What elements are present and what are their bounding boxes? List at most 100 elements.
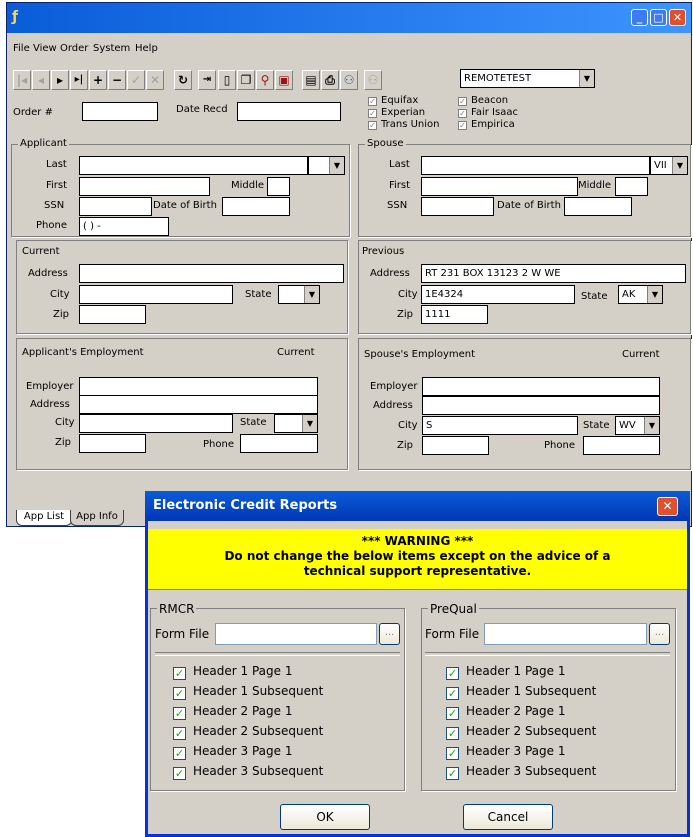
prequal-header3-page1-checkbox[interactable]: ✓ <box>446 747 459 760</box>
menu-system[interactable]: System <box>93 43 130 54</box>
prequal-header2-page1-label: Header 2 Page 1 <box>466 704 566 718</box>
spouse-ssn-field[interactable] <box>421 197 494 216</box>
applicant-employer-field[interactable] <box>79 377 318 396</box>
close-icon: ✕ <box>662 499 673 513</box>
delete-record-icon[interactable]: − <box>108 70 126 90</box>
applicant-suffix-select[interactable]: ▼ <box>308 156 345 175</box>
minimize-button[interactable]: _ <box>631 9 648 26</box>
trans-union-checkbox[interactable]: ✓ <box>368 121 377 130</box>
add-record-icon[interactable]: + <box>89 70 107 90</box>
rmcr-header1-page1-checkbox[interactable]: ✓ <box>173 667 186 680</box>
ok-button[interactable]: OK <box>280 804 370 830</box>
current-address-field[interactable] <box>79 264 344 283</box>
spouse-emp-city-label: City <box>398 420 418 431</box>
spouse-last-field[interactable] <box>421 156 650 175</box>
spouse-middle-field[interactable] <box>615 177 648 196</box>
users-icon[interactable]: ⚇ <box>340 70 358 90</box>
current-city-field[interactable] <box>79 285 233 304</box>
previous-city-field[interactable]: 1E4324 <box>421 285 575 304</box>
spouse-employer-field[interactable] <box>422 377 660 396</box>
spouse-emp-phone-field[interactable] <box>583 436 660 455</box>
chevron-down-icon: ▼ <box>329 157 344 174</box>
current-state-select[interactable]: ▼ <box>278 285 320 304</box>
previous-title: Previous <box>362 246 405 257</box>
print-icon[interactable]: ⎙ <box>321 70 339 90</box>
last-record-icon[interactable]: ▸| <box>70 70 88 90</box>
rmcr-header3-subsequent-checkbox[interactable]: ✓ <box>173 767 186 780</box>
tab-app-info[interactable]: App Info <box>70 510 124 526</box>
previous-record-icon[interactable]: ◂ <box>32 70 50 90</box>
cancel-button[interactable]: Cancel <box>463 804 553 830</box>
spouse-first-field[interactable] <box>421 177 578 196</box>
cancel-edit-icon[interactable]: ✕ <box>146 70 164 90</box>
spouse-emp-zip-field[interactable] <box>422 436 489 455</box>
spouse-emp-city-field[interactable]: S <box>422 416 578 435</box>
rmcr-header1-subsequent-checkbox[interactable]: ✓ <box>173 687 186 700</box>
applicant-emp-address-field[interactable] <box>79 395 318 414</box>
applicant-emp-phone-field[interactable] <box>240 434 318 453</box>
fair-isaac-checkbox[interactable]: ✓ <box>458 109 467 118</box>
prequal-form-file-field[interactable] <box>484 623 647 645</box>
remote-select[interactable]: REMOTETEST ▼ <box>460 69 595 88</box>
prequal-header2-subsequent-checkbox[interactable]: ✓ <box>446 727 459 740</box>
rmcr-header2-subsequent-checkbox[interactable]: ✓ <box>173 727 186 740</box>
first-record-icon[interactable]: |◂ <box>13 70 31 90</box>
experian-checkbox[interactable]: ✓ <box>368 109 377 118</box>
applicant-last-field[interactable] <box>79 156 308 175</box>
applicant-first-field[interactable] <box>79 177 210 196</box>
prequal-header1-subsequent-checkbox[interactable]: ✓ <box>446 687 459 700</box>
spouse-dob-field[interactable] <box>564 197 632 216</box>
previous-address-field[interactable]: RT 231 BOX 13123 2 W WE <box>421 264 686 283</box>
copy-document-icon[interactable]: ❐ <box>237 70 255 90</box>
menu-help[interactable]: Help <box>135 43 158 54</box>
rmcr-header3-page1-checkbox[interactable]: ✓ <box>173 747 186 760</box>
applicant-dob-field[interactable] <box>222 197 290 216</box>
menu-view[interactable]: View <box>33 43 57 54</box>
prequal-header1-page1-checkbox[interactable]: ✓ <box>446 667 459 680</box>
warning-line-2: technical support representative. <box>303 564 532 578</box>
previous-state-select[interactable]: AK ▼ <box>618 285 663 304</box>
rmcr-browse-button[interactable]: ... <box>379 623 400 645</box>
current-zip-field[interactable] <box>79 305 146 324</box>
applicant-middle-field[interactable] <box>267 177 290 196</box>
applicant-emp-state-select[interactable]: ▼ <box>274 414 318 433</box>
prequal-header2-page1-checkbox[interactable]: ✓ <box>446 707 459 720</box>
beacon-checkbox[interactable]: ✓ <box>458 97 467 106</box>
new-document-icon[interactable]: ▯ <box>218 70 236 90</box>
warning-title: *** WARNING *** <box>361 534 474 548</box>
spouse-ssn-label: SSN <box>387 200 408 211</box>
preview-icon[interactable]: ▤ <box>302 70 320 90</box>
dialog-close-button[interactable]: ✕ <box>657 497 678 516</box>
users-disabled-icon[interactable]: ⚇ <box>364 70 382 90</box>
applicant-emp-city-field[interactable] <box>79 414 233 433</box>
maximize-button[interactable]: □ <box>650 9 667 26</box>
import-icon[interactable]: ⇥ <box>198 70 216 90</box>
applicant-ssn-field[interactable] <box>79 197 152 216</box>
order-number-field[interactable] <box>82 102 158 121</box>
equifax-checkbox[interactable]: ✓ <box>368 97 377 106</box>
applicant-emp-zip-field[interactable] <box>79 434 146 453</box>
spouse-emp-address-field[interactable] <box>422 396 660 415</box>
applicant-phone-field[interactable]: ( ) - <box>79 217 169 236</box>
spouse-suffix-select[interactable]: VII ▼ <box>650 156 688 175</box>
close-button[interactable]: ✕ <box>669 9 686 26</box>
previous-zip-field[interactable]: 1111 <box>421 305 488 324</box>
prequal-browse-button[interactable]: ... <box>649 623 670 645</box>
menu-order[interactable]: Order <box>60 43 88 54</box>
empirica-checkbox[interactable]: ✓ <box>458 121 467 130</box>
refresh-icon[interactable]: ↻ <box>174 70 192 90</box>
tab-app-list[interactable]: App List <box>16 510 72 526</box>
prequal-header3-subsequent-checkbox[interactable]: ✓ <box>446 767 459 780</box>
search-report-icon[interactable]: ⚲ <box>256 70 274 90</box>
remote-select-value: REMOTETEST <box>464 73 532 84</box>
rmcr-header2-page1-checkbox[interactable]: ✓ <box>173 707 186 720</box>
spouse-emp-state-select[interactable]: WV ▼ <box>615 416 660 435</box>
menu-file[interactable]: File <box>13 43 30 54</box>
rmcr-form-file-field[interactable] <box>215 623 377 645</box>
credit-report-icon[interactable]: ▣ <box>275 70 293 90</box>
tab-app-list-label: App List <box>23 511 65 522</box>
next-record-icon[interactable]: ▸ <box>51 70 69 90</box>
confirm-icon[interactable]: ✓ <box>127 70 145 90</box>
rmcr-header2-page1-label: Header 2 Page 1 <box>193 704 293 718</box>
date-received-field[interactable] <box>237 102 341 121</box>
